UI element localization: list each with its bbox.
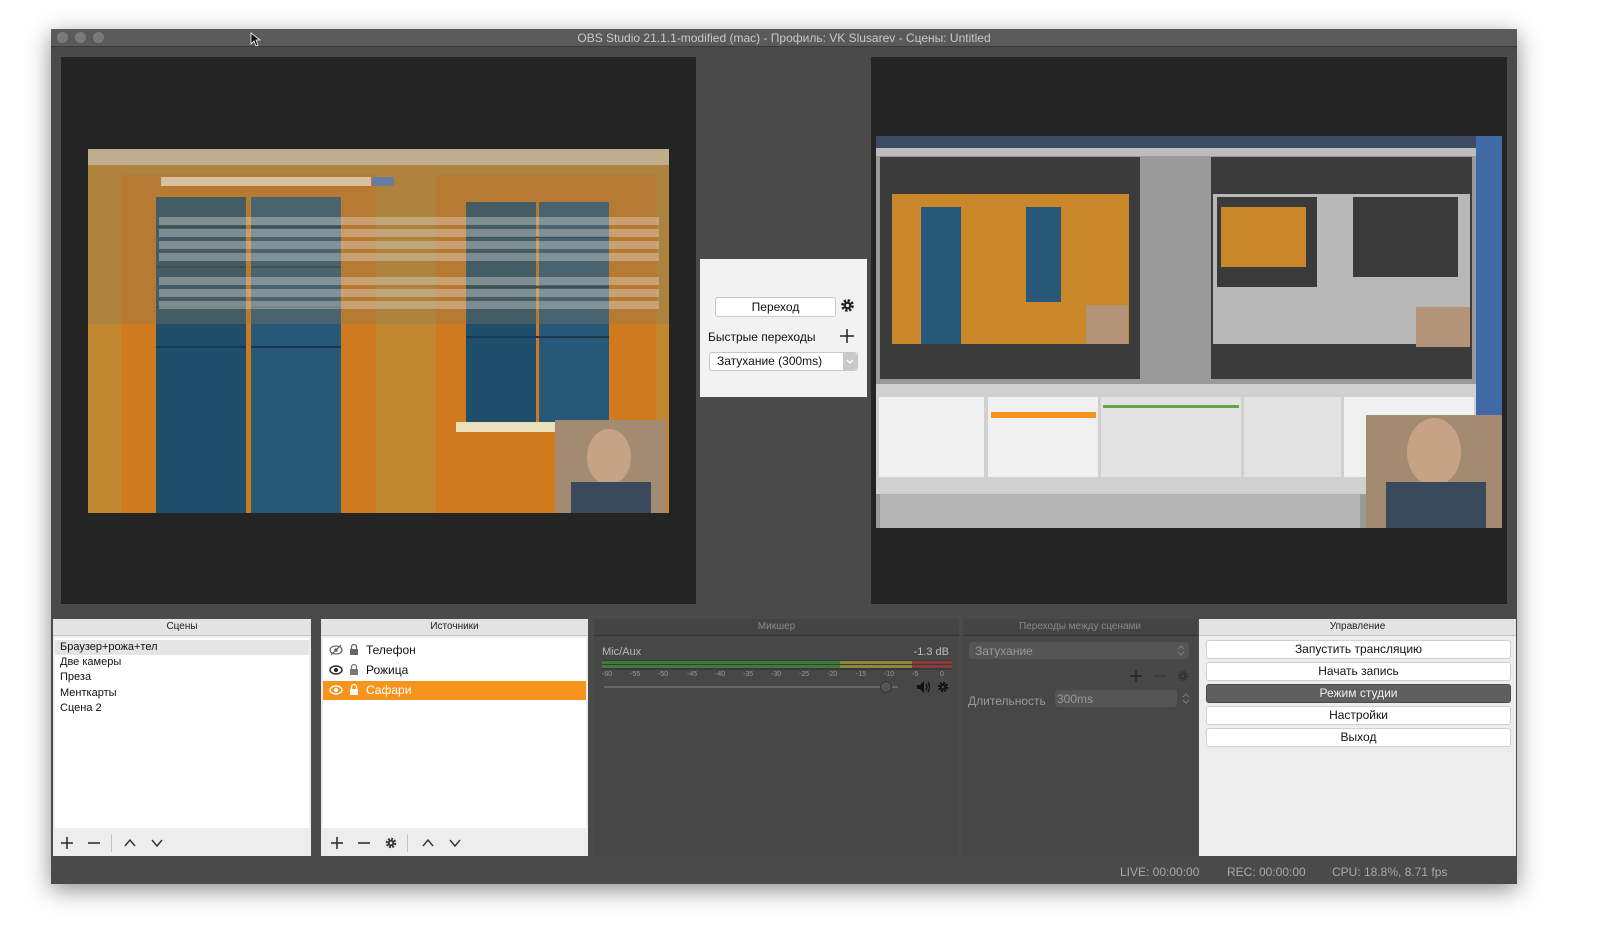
start-streaming-button[interactable]: Запустить трансляцию: [1206, 640, 1511, 659]
add-quick-transition-icon[interactable]: [840, 329, 854, 343]
title-bar: OBS Studio 21.1.1-modified (mac) - Профи…: [51, 29, 1517, 47]
remove-transition-icon[interactable]: [1153, 669, 1167, 683]
up-down-arrows-icon: [1177, 645, 1185, 656]
studio-mode-button[interactable]: Режим студии: [1206, 684, 1511, 703]
duration-label: Длительность: [968, 694, 1046, 708]
remove-source-icon[interactable]: [357, 836, 371, 850]
quick-transition-select-value: Затухание (300ms): [717, 354, 823, 368]
mixer-tick-label: -55: [630, 671, 641, 678]
source-properties-gear-icon[interactable]: [384, 836, 398, 850]
lock-icon[interactable]: [349, 663, 359, 676]
scene-transitions-dock: Переходы между сценами Затухание Длитель…: [963, 619, 1197, 856]
live-timer: LIVE: 00:00:00: [1120, 865, 1200, 879]
add-transition-icon[interactable]: [1129, 669, 1143, 683]
controls-dock: Управление Запустить трансляцию Начать з…: [1199, 619, 1516, 856]
exit-button[interactable]: Выход: [1206, 728, 1511, 747]
eye-icon[interactable]: [329, 664, 343, 676]
transition-type-select[interactable]: Затухание: [969, 642, 1189, 659]
transition-properties-gear-icon[interactable]: [1176, 669, 1190, 683]
scenes-toolbar: [53, 828, 311, 856]
sources-list: Телефон Рожица Сафари: [323, 638, 586, 828]
add-source-icon[interactable]: [330, 836, 344, 850]
mixer-tick-label: -25: [799, 671, 810, 678]
add-scene-icon[interactable]: [60, 836, 74, 850]
obs-window: OBS Studio 21.1.1-modified (mac) - Профи…: [51, 29, 1517, 884]
controls-dock-title: Управление: [1199, 619, 1516, 636]
sources-toolbar: [321, 828, 588, 856]
program-scene-image: [876, 136, 1502, 528]
mixer-tick-label: 0: [940, 671, 944, 678]
start-recording-button[interactable]: Начать запись: [1206, 662, 1511, 681]
scenes-list: Браузер+рожа+тел Две камеры Преза Ментка…: [55, 638, 309, 828]
chevron-down-icon: [843, 353, 857, 370]
mixer-tick-label: -10: [884, 671, 895, 678]
status-bar: LIVE: 00:00:00 REC: 00:00:00 CPU: 18.8%,…: [51, 859, 1517, 884]
scene-item[interactable]: Сцена 2: [55, 701, 309, 716]
transition-button[interactable]: Переход: [715, 297, 836, 317]
source-label: Телефон: [366, 643, 416, 657]
move-scene-up-icon[interactable]: [123, 836, 137, 850]
mixer-tick-label: -35: [743, 671, 754, 678]
sources-dock: Источники Телефон Рожица Сафари: [321, 619, 588, 856]
preview-canvas[interactable]: [61, 57, 696, 604]
mixer-channel-name: Mic/Aux: [602, 646, 642, 658]
eye-icon[interactable]: [329, 684, 343, 696]
duration-stepper-icon[interactable]: [1181, 691, 1191, 706]
volume-slider[interactable]: [604, 681, 898, 693]
mixer-tick-label: -60: [602, 671, 613, 678]
volume-slider-knob[interactable]: [880, 681, 892, 693]
mixer-tick-label: -15: [856, 671, 867, 678]
cpu-fps: CPU: 18.8%, 8.71 fps: [1332, 865, 1448, 879]
eye-hidden-icon[interactable]: [329, 644, 343, 656]
mixer-dock-title: Микшер: [594, 619, 959, 636]
transition-panel: Переход Быстрые переходы Затухание (300m…: [700, 259, 867, 397]
scene-transitions-dock-title: Переходы между сценами: [963, 619, 1197, 636]
mixer-tick-label: -50: [658, 671, 669, 678]
toolbar-divider: [407, 834, 408, 852]
scene-item[interactable]: Менткарты: [55, 686, 309, 701]
move-source-up-icon[interactable]: [421, 836, 435, 850]
remove-scene-icon[interactable]: [87, 836, 101, 850]
toolbar-divider: [111, 834, 112, 852]
quick-transition-select[interactable]: Затухание (300ms): [709, 352, 858, 371]
move-scene-down-icon[interactable]: [150, 836, 164, 850]
mixer-settings-gear-icon[interactable]: [936, 680, 950, 694]
rec-timer: REC: 00:00:00: [1227, 865, 1306, 879]
source-item[interactable]: Рожица: [323, 661, 586, 680]
program-canvas[interactable]: [871, 57, 1507, 604]
mixer-tick-label: -5: [912, 671, 919, 678]
gear-icon[interactable]: [839, 297, 856, 314]
move-source-down-icon[interactable]: [448, 836, 462, 850]
mixer-tick-label: -40: [715, 671, 726, 678]
mixer-tick-label: -20: [827, 671, 838, 678]
scenes-dock-title: Сцены: [53, 619, 311, 636]
mouse-pointer-icon: [250, 32, 262, 47]
source-item[interactable]: Телефон: [323, 641, 586, 660]
lock-icon[interactable]: [349, 683, 359, 696]
mixer-level: -1.3 dB: [913, 646, 949, 658]
source-item[interactable]: Сафари: [323, 681, 586, 700]
duration-input[interactable]: 300ms: [1055, 690, 1177, 707]
source-label: Сафари: [366, 683, 412, 697]
window-title: OBS Studio 21.1.1-modified (mac) - Профи…: [577, 31, 991, 45]
scene-item[interactable]: Браузер+рожа+тел: [55, 640, 309, 655]
scene-item[interactable]: Преза: [55, 670, 309, 685]
mixer-tick-label: -30: [771, 671, 782, 678]
mixer-tick-label: -45: [687, 671, 698, 678]
mixer-scale: -60 -55 -50 -45 -40 -35 -30 -25 -20 -15 -10 -5 0: [602, 671, 952, 681]
mixer-dock: Микшер Mic/Aux -1.3 dB -60 -55 -50 -45 -40 -3…: [594, 619, 959, 856]
settings-button[interactable]: Настройки: [1206, 706, 1511, 725]
speaker-icon[interactable]: [916, 680, 932, 694]
scene-item[interactable]: Две камеры: [55, 655, 309, 670]
quick-transitions-label: Быстрые переходы: [708, 330, 816, 344]
audio-meter: [602, 660, 952, 670]
scenes-dock: Сцены Браузер+рожа+тел Две камеры Преза …: [53, 619, 311, 856]
sources-dock-title: Источники: [321, 619, 588, 636]
preview-scene-image: [88, 149, 669, 513]
duration-value: 300ms: [1057, 692, 1094, 706]
source-label: Рожица: [366, 663, 409, 677]
transition-type-value: Затухание: [975, 644, 1033, 658]
lock-icon[interactable]: [349, 643, 359, 656]
